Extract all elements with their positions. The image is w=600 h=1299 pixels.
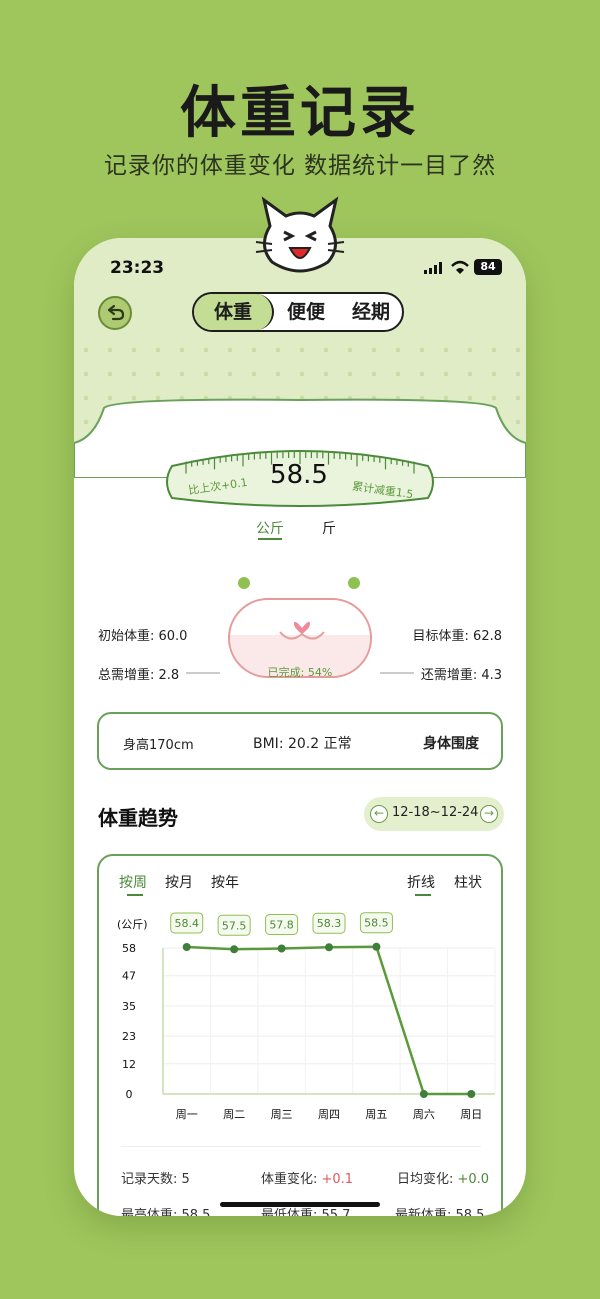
tab-year[interactable]: 按年 <box>211 872 239 892</box>
arrow-right-line <box>380 672 414 674</box>
unit-jin[interactable]: 斤 <box>322 518 336 538</box>
home-indicator <box>220 1202 380 1207</box>
back-button[interactable] <box>98 296 132 330</box>
x-tick-label: 周五 <box>365 1108 387 1121</box>
segment-control: 体重 便便 经期 <box>192 292 404 332</box>
summary-divider <box>121 1146 481 1147</box>
total-need-gain: 总需增重: 2.8 <box>98 668 180 683</box>
record-days: 记录天数: 5 <box>121 1172 190 1187</box>
chart-type-bar[interactable]: 柱状 <box>454 872 482 892</box>
chart-type-indicator <box>415 894 431 896</box>
face-ear-left <box>238 577 250 589</box>
promo-subtitle: 记录你的体重变化 数据统计一目了然 <box>103 153 497 179</box>
height-value[interactable]: 身高170cm <box>123 734 194 753</box>
y-tick-label: 35 <box>122 1000 136 1013</box>
prev-week-button[interactable]: ← <box>370 805 388 823</box>
unit-kg[interactable]: 公斤 <box>256 518 284 538</box>
data-point <box>230 945 239 954</box>
trend-title: 体重趋势 <box>98 806 178 830</box>
weight-change-label: 体重变化: <box>261 1172 322 1187</box>
arrow-left-line <box>186 672 220 674</box>
daily-change-label: 日均变化: <box>397 1172 458 1187</box>
date-range: 12-18~12-24 <box>392 805 479 820</box>
promo-title: 体重记录 <box>180 81 420 146</box>
data-point <box>325 943 333 952</box>
back-arrow-icon <box>107 304 125 321</box>
y-tick-label: 12 <box>122 1058 136 1071</box>
tab-month[interactable]: 按月 <box>165 872 193 892</box>
progress-label: 已完成: 54% <box>267 666 333 679</box>
x-tick-label: 周三 <box>271 1108 293 1121</box>
data-point <box>277 944 286 953</box>
initial-weight: 初始体重: 60.0 <box>98 629 188 644</box>
latest-weight: 最新体重: 58.5 <box>395 1208 485 1216</box>
series-line <box>186 945 472 1096</box>
data-point <box>372 942 381 951</box>
y-tick-label: 47 <box>122 970 136 983</box>
tab-week[interactable]: 按周 <box>119 872 147 892</box>
tab-period[interactable]: 经期 <box>338 294 402 330</box>
next-week-button[interactable]: → <box>480 805 498 823</box>
max-weight: 最高体重: 58.5 <box>121 1208 211 1216</box>
daily-change: 日均变化: +0.0 <box>397 1168 489 1187</box>
data-point <box>419 1090 428 1098</box>
y-tick-label: 0 <box>126 1088 133 1101</box>
body-info-card: 身高170cm BMI: 20.2 正常 身体围度 <box>97 712 503 770</box>
x-tick-label: 周二 <box>223 1108 245 1121</box>
data-label: 58.4 <box>174 917 199 930</box>
x-tick-label: 周六 <box>413 1108 435 1121</box>
status-time: 23:23 <box>110 258 165 278</box>
weight-change-value: +0.1 <box>321 1172 354 1187</box>
data-label: 57.8 <box>269 919 294 932</box>
y-tick-label: 58 <box>122 942 136 955</box>
target-weight[interactable]: 目标体重: 62.8 <box>413 625 502 644</box>
tab-poop[interactable]: 便便 <box>276 294 336 330</box>
weight-change: 体重变化: +0.1 <box>261 1168 353 1187</box>
x-tick-label: 周日 <box>460 1108 482 1121</box>
body-measure-link[interactable]: 身体围度 <box>423 733 479 753</box>
data-point <box>467 1090 476 1098</box>
weight-line-chart[interactable]: (公斤) 58 47 35 23 12 0 周一 周二 周三 周四 周五 周六 周日 58.4 57.5… <box>99 904 501 1154</box>
data-label: 58.5 <box>364 917 389 930</box>
x-tick-label: 周四 <box>318 1108 340 1121</box>
remaining-gain: 还需增重: 4.3 <box>420 668 502 683</box>
trend-chart-card: 按周 按月 按年 折线 柱状 (公斤) 58 47 35 23 12 0 周一 周二 周三 周四… <box>97 854 503 1216</box>
chart-type-line[interactable]: 折线 <box>407 872 435 892</box>
cat-mascot-icon <box>255 196 345 273</box>
face-ear-right <box>348 577 360 589</box>
y-axis-label: (公斤) <box>117 918 148 931</box>
date-range-selector: ← 12-18~12-24 → <box>364 797 504 831</box>
tab-weight[interactable]: 体重 <box>194 294 274 330</box>
x-tick-label: 周一 <box>176 1108 198 1121</box>
signal-icon <box>424 262 442 274</box>
phone-screen: 23:23 84 体重 便便 经期 58.5 比上次+0.1 累计减重1.5 公… <box>74 238 526 1216</box>
wifi-icon <box>451 260 469 274</box>
y-tick-label: 23 <box>122 1030 136 1043</box>
daily-change-value: +0.0 <box>457 1172 490 1187</box>
data-point <box>182 942 191 951</box>
data-label: 58.3 <box>317 917 342 930</box>
tab-week-indicator <box>127 894 143 896</box>
unit-indicator <box>258 538 282 540</box>
data-label: 57.5 <box>222 919 247 932</box>
battery-icon: 84 <box>474 259 502 275</box>
bmi-value: BMI: 20.2 正常 <box>253 736 352 752</box>
